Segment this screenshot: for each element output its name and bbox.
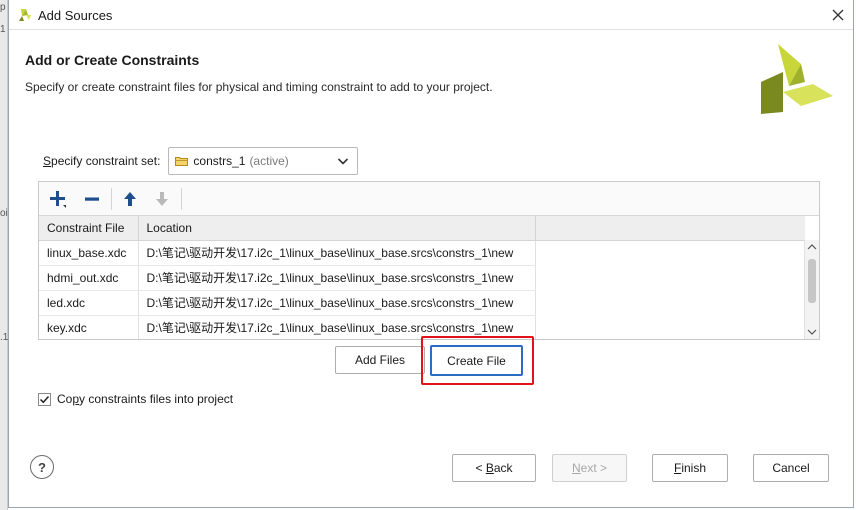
constraint-set-label: Specify constraint set: [43,154,160,168]
constraint-files-table: Constraint File Location linux_base.xdc … [39,216,805,339]
table-row[interactable]: linux_base.xdc D:\笔记\驱动开发\17.i2c_1\linux… [39,240,805,266]
strip-fragment: 1 [0,24,6,35]
copy-constraints-label: Copy constraints files into project [57,392,233,406]
finish-button[interactable]: Finish [652,454,728,482]
next-label-part: ext > [580,461,608,475]
empty-cell [535,240,805,265]
scroll-down-button[interactable] [805,325,819,339]
constraint-file-cell: linux_base.xdc [39,240,139,266]
location-cell: D:\笔记\驱动开发\17.i2c_1\linux_base\linux_bas… [138,265,536,291]
chevron-up-icon [807,244,817,250]
highlight-annotation [421,336,534,385]
constraint-files-panel: Constraint File Location linux_base.xdc … [38,181,820,340]
add-sources-dialog: Add Sources Add or Create Constraints Sp… [8,0,854,508]
chevron-down-icon [807,329,817,335]
close-button[interactable] [823,0,853,30]
column-header-empty [535,216,805,241]
vivado-logo-icon [19,9,31,21]
back-button[interactable]: < Back [452,454,536,482]
add-constraint-button[interactable] [45,187,71,211]
arrow-down-icon [156,192,168,206]
back-label-part: ack [493,461,513,475]
help-button[interactable]: ? [30,455,54,479]
constraint-set-row: Specify constraint set: constrs_1 (activ… [43,147,359,175]
empty-cell [535,265,805,290]
background-window-strip: p 1 oi .1 [0,0,8,510]
column-header-constraint-file[interactable]: Constraint File [39,216,139,241]
copy-label-part: Co [57,392,73,406]
table-row[interactable]: led.xdc D:\笔记\驱动开发\17.i2c_1\linux_base\l… [39,290,805,316]
vivado-brand-logo-icon [761,44,833,114]
window-title: Add Sources [38,8,113,23]
plus-icon [50,191,66,208]
strip-fragment: oi [0,208,8,219]
cancel-button[interactable]: Cancel [753,454,829,482]
constraint-file-cell: led.xdc [39,290,139,316]
constraint-set-status: (active) [249,154,289,168]
scroll-up-button[interactable] [805,240,819,254]
finish-label-mnemonic: F [673,461,682,475]
add-files-button[interactable]: Add Files [335,346,425,374]
page-subtitle: Specify or create constraint files for p… [25,80,493,94]
toolbar-divider [111,188,112,210]
copy-constraints-checkbox[interactable] [38,392,51,406]
constraint-set-dropdown[interactable]: constrs_1 (active) [168,147,359,175]
constraint-set-label-mnemonic: S [43,154,52,168]
constraint-set-value: constrs_1 [193,154,246,168]
back-label-mnemonic: B [485,461,494,475]
move-down-button[interactable] [149,187,175,211]
table-header-row: Constraint File Location [39,216,805,241]
table-row[interactable]: hdmi_out.xdc D:\笔记\驱动开发\17.i2c_1\linux_b… [39,265,805,291]
constraint-file-cell: key.xdc [39,315,139,339]
next-button[interactable]: Next > [552,454,627,482]
wizard-header: Add or Create Constraints Specify or cre… [9,30,853,130]
remove-constraint-button[interactable] [79,187,105,211]
move-up-button[interactable] [117,187,143,211]
empty-cell [535,290,805,315]
copy-label-part: y constraints files into project [79,392,234,406]
minus-icon [85,197,99,201]
empty-cell [535,315,805,339]
next-label-mnemonic: N [571,461,581,475]
page-title: Add or Create Constraints [25,52,200,68]
toolbar-divider [181,188,182,210]
close-icon [832,9,844,21]
arrow-up-icon [124,192,136,206]
files-toolbar [39,182,819,216]
strip-fragment: p [0,2,6,13]
constraint-set-label-text: pecify constraint set: [51,154,161,168]
title-bar: Add Sources [9,0,853,30]
constraint-file-cell: hdmi_out.xdc [39,265,139,291]
checkmark-icon [39,395,50,403]
scrollbar-thumb[interactable] [808,259,816,303]
chevron-down-icon [338,158,349,165]
back-label-part: < [475,461,486,475]
location-cell: D:\笔记\驱动开发\17.i2c_1\linux_base\linux_bas… [138,290,536,316]
folder-icon [175,157,189,166]
table-vertical-scrollbar[interactable] [804,240,819,339]
finish-label-part: inish [681,461,707,475]
column-header-location[interactable]: Location [138,216,536,241]
location-cell: D:\笔记\驱动开发\17.i2c_1\linux_base\linux_bas… [138,240,536,266]
copy-constraints-option[interactable]: Copy constraints files into project [38,390,233,408]
